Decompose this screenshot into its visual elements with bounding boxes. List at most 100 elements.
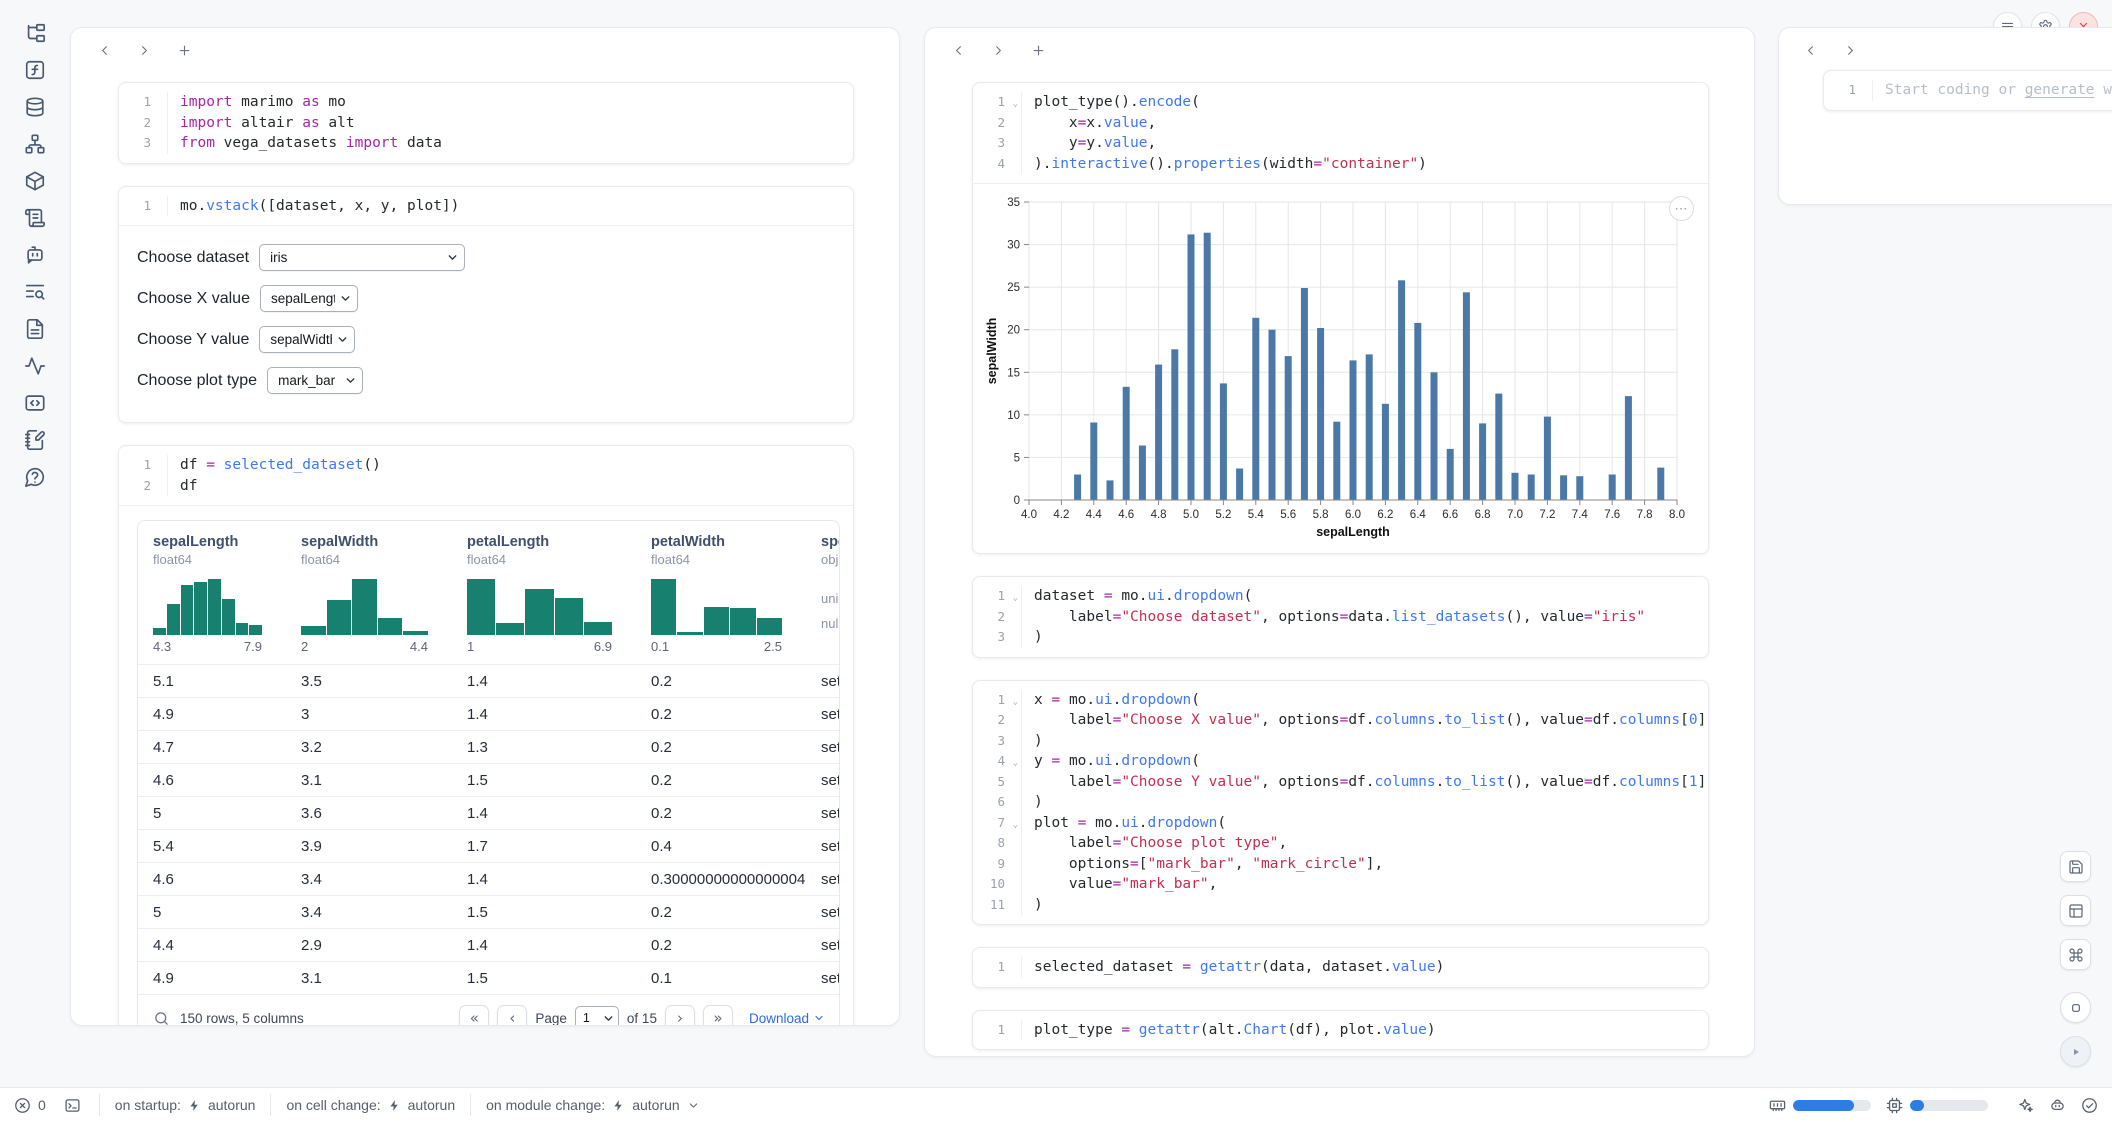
table-cell: 3.1 xyxy=(286,772,452,789)
fold-chevron-icon[interactable]: ⌄ xyxy=(1013,692,1018,713)
column-name[interactable]: petalWidth xyxy=(651,534,806,550)
cell-dataset-dropdown: 1⌄dataset = mo.ui.dropdown(2 label="Choo… xyxy=(972,576,1709,658)
code-editor[interactable]: 1 Start coding or generate with AI xyxy=(1824,71,2112,110)
control-label: Choose plot type xyxy=(137,372,257,390)
first-page-button[interactable]: « xyxy=(459,1005,489,1027)
table-cell: setosa xyxy=(806,937,839,954)
on-cell-change-config[interactable]: on cell change: autorun xyxy=(286,1097,455,1113)
copilot-button[interactable] xyxy=(2049,1097,2066,1114)
code-editor[interactable]: 1plot_type = getattr(alt.Chart(df), plot… xyxy=(973,1011,1708,1050)
line-number: 9 xyxy=(973,854,1021,875)
code-snippet-icon[interactable] xyxy=(24,392,46,414)
table-cell: setosa xyxy=(806,706,839,723)
function-square-icon[interactable] xyxy=(24,59,46,81)
app-sidebar xyxy=(0,0,70,1087)
table-row[interactable]: 4.73.21.30.2setosa xyxy=(138,730,839,763)
last-page-button[interactable]: » xyxy=(703,1005,733,1027)
table-cell: 3.9 xyxy=(286,838,452,855)
fold-chevron-icon[interactable]: ⌄ xyxy=(1013,588,1018,609)
collapse-left-icon[interactable] xyxy=(93,39,115,61)
table-row[interactable]: 53.41.50.2setosa xyxy=(138,895,839,928)
generate-link[interactable]: generate xyxy=(2025,82,2095,98)
check-circle-icon xyxy=(2081,1097,2098,1114)
search-icon[interactable] xyxy=(153,1010,170,1027)
notebook-pen-icon[interactable] xyxy=(24,429,46,451)
table-cell: 0.1 xyxy=(636,970,806,987)
workflow-icon[interactable] xyxy=(24,133,46,155)
package-icon[interactable] xyxy=(24,170,46,192)
scroll-text-icon[interactable] xyxy=(24,207,46,229)
activity-icon[interactable] xyxy=(24,355,46,377)
bolt-icon xyxy=(612,1099,625,1112)
table-row[interactable]: 4.931.40.2setosa xyxy=(138,697,839,730)
table-row[interactable]: 53.61.40.2setosa xyxy=(138,796,839,829)
collapse-right-icon[interactable] xyxy=(1839,39,1861,61)
page-select[interactable]: 1 xyxy=(575,1006,619,1026)
save-button[interactable] xyxy=(2060,851,2091,882)
collapse-left-icon[interactable] xyxy=(947,39,969,61)
errors-indicator[interactable]: 0 xyxy=(14,1097,46,1114)
column-name[interactable]: petalLength xyxy=(467,534,636,550)
run-all-button[interactable] xyxy=(2060,1036,2091,1067)
chart-actions-button[interactable]: ⋯ xyxy=(1669,196,1694,221)
code-editor[interactable]: 1df = selected_dataset()2df xyxy=(119,446,853,505)
bot-message-icon[interactable] xyxy=(24,244,46,266)
add-cell-icon[interactable] xyxy=(1027,39,1049,61)
next-page-button[interactable]: › xyxy=(665,1005,695,1027)
table-row[interactable]: 5.13.51.40.2setosa xyxy=(138,664,839,697)
collapse-right-icon[interactable] xyxy=(987,39,1009,61)
line-number: 3 xyxy=(973,731,1021,752)
column-name[interactable]: sepalWidth xyxy=(301,534,452,550)
layout-toggle-button[interactable] xyxy=(2060,895,2091,926)
choose-x-value-select[interactable]: sepalLength xyxy=(260,285,358,312)
choose-dataset-select[interactable]: iris xyxy=(259,244,465,271)
code-line: x = mo.ui.dropdown( xyxy=(1021,690,1708,711)
help-bubble-icon[interactable] xyxy=(24,466,46,488)
fold-chevron-icon[interactable]: ⌄ xyxy=(1013,753,1018,774)
table-row[interactable]: 4.63.41.40.30000000000000004setosa xyxy=(138,862,839,895)
table-row[interactable]: 4.63.11.50.2setosa xyxy=(138,763,839,796)
line-number: 2 xyxy=(973,113,1021,134)
file-tree-icon[interactable] xyxy=(24,22,46,44)
altair-chart[interactable]: 4.04.24.44.64.85.05.25.45.65.86.06.26.46… xyxy=(973,184,1708,553)
list-search-icon[interactable] xyxy=(24,281,46,303)
connection-status-button[interactable] xyxy=(2081,1097,2098,1114)
code-editor[interactable]: 1⌄plot_type().encode(2 x=x.value,3 y=y.v… xyxy=(973,83,1708,183)
prev-page-button[interactable]: ‹ xyxy=(497,1005,527,1027)
column-histogram xyxy=(651,578,782,635)
table-row[interactable]: 4.42.91.40.2setosa xyxy=(138,928,839,961)
code-editor[interactable]: 1import marimo as mo2import altair as al… xyxy=(119,83,853,163)
column-name[interactable]: sepalLength xyxy=(153,534,286,550)
on-startup-config[interactable]: on startup: autorun xyxy=(115,1097,256,1113)
keyboard-shortcuts-button[interactable] xyxy=(2060,939,2091,970)
choose-plot-type-select[interactable]: mark_bar xyxy=(267,367,363,394)
add-cell-icon[interactable] xyxy=(173,39,195,61)
collapse-left-icon[interactable] xyxy=(1799,39,1821,61)
interrupt-button[interactable] xyxy=(2060,992,2091,1023)
database-icon[interactable] xyxy=(24,96,46,118)
on-module-change-config[interactable]: on module change: autorun xyxy=(486,1097,700,1113)
table-row[interactable]: 4.93.11.50.1setosa xyxy=(138,961,839,994)
column-name[interactable]: species xyxy=(821,534,839,550)
terminal-button[interactable] xyxy=(64,1097,81,1114)
ai-assist-button[interactable] xyxy=(2017,1097,2034,1114)
table-row[interactable]: 5.43.91.70.4setosa xyxy=(138,829,839,862)
download-button[interactable]: Download xyxy=(749,1011,825,1026)
fold-chevron-icon[interactable]: ⌄ xyxy=(1013,815,1018,836)
file-text-icon[interactable] xyxy=(24,318,46,340)
svg-text:6.8: 6.8 xyxy=(1475,509,1491,521)
collapse-right-icon[interactable] xyxy=(133,39,155,61)
code-line: import altair as alt xyxy=(167,113,853,134)
code-editor[interactable]: 1mo.vstack([dataset, x, y, plot]) xyxy=(119,187,853,226)
divider xyxy=(470,1094,471,1116)
panel-nav xyxy=(71,28,899,60)
code-editor[interactable]: 1⌄x = mo.ui.dropdown(2 label="Choose X v… xyxy=(973,681,1708,925)
line-number: 8 xyxy=(973,833,1021,854)
fold-chevron-icon[interactable]: ⌄ xyxy=(1013,94,1018,115)
code-editor[interactable]: 1selected_dataset = getattr(data, datase… xyxy=(973,948,1708,987)
choose-y-value-select[interactable]: sepalWidth xyxy=(259,326,355,353)
svg-text:sepalWidth: sepalWidth xyxy=(985,318,999,385)
bar-chart-svg[interactable]: 4.04.24.44.64.85.05.25.45.65.86.06.26.46… xyxy=(983,192,1689,544)
divider xyxy=(99,1094,100,1116)
code-editor[interactable]: 1⌄dataset = mo.ui.dropdown(2 label="Choo… xyxy=(973,577,1708,657)
